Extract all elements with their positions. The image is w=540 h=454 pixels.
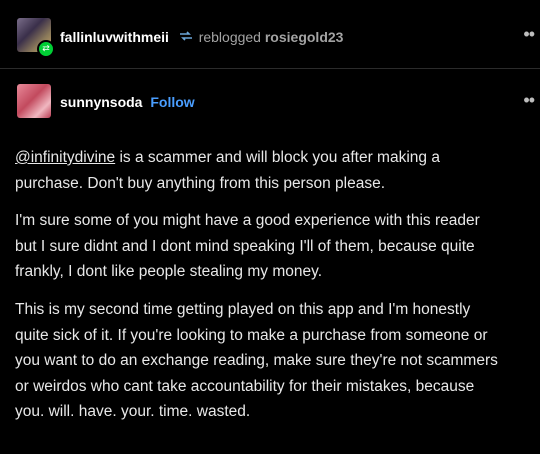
- paragraph-1-line-2: purchase. Don't buy anything from this p…: [15, 174, 386, 192]
- reblog-attribution: fallinluvwithmeii reblogged rosiegold23: [60, 27, 343, 47]
- author-avatar[interactable]: [17, 84, 51, 118]
- paragraph-2-line-1: I'm sure some of you might have a good e…: [15, 212, 480, 230]
- paragraph-2-line-2: but I sure didnt and I dont mind speakin…: [15, 237, 475, 255]
- follow-button[interactable]: Follow: [150, 94, 194, 110]
- paragraph-3: This is my second time getting played on…: [15, 297, 540, 425]
- mention-link[interactable]: @infinitydivine: [15, 149, 115, 166]
- paragraph-3-line-5: you. will. have. your. time. wasted.: [15, 403, 251, 421]
- post-card: ⇄ fallinluvwithmeii reblogged rosiegold2…: [0, 0, 540, 454]
- paragraph-3-line-4: or weirdos who cant take accountability …: [15, 377, 475, 395]
- paragraph-3-line-1: This is my second time getting played on…: [15, 300, 471, 318]
- paragraph-3-line-2: quite sick of it. If you're looking to m…: [15, 326, 488, 344]
- paragraph-1: @infinitydivine is a scammer and will bl…: [15, 145, 540, 196]
- reblog-icon: [179, 27, 193, 47]
- author-row: sunnynsoda Follow: [60, 92, 195, 112]
- more-options-icon[interactable]: ••: [523, 24, 535, 44]
- paragraph-3-line-3: you want to do an exchange reading, make…: [15, 352, 498, 370]
- author-more-options-icon[interactable]: ••: [523, 90, 535, 110]
- original-poster-link[interactable]: rosiegold23: [265, 29, 344, 45]
- reblog-badge-icon: ⇄: [37, 40, 55, 58]
- paragraph-2-line-3: frankly, I dont like people stealing my …: [15, 263, 322, 281]
- paragraph-1-line-1: is a scammer and will block you after ma…: [115, 149, 440, 166]
- author-username[interactable]: sunnynsoda: [60, 94, 142, 110]
- paragraph-2: I'm sure some of you might have a good e…: [15, 208, 540, 285]
- reblogged-label: reblogged: [198, 29, 261, 45]
- reblogger-username[interactable]: fallinluvwithmeii: [60, 29, 169, 45]
- post-body: @infinitydivine is a scammer and will bl…: [15, 145, 540, 437]
- reblog-header: ⇄ fallinluvwithmeii reblogged rosiegold2…: [0, 0, 540, 69]
